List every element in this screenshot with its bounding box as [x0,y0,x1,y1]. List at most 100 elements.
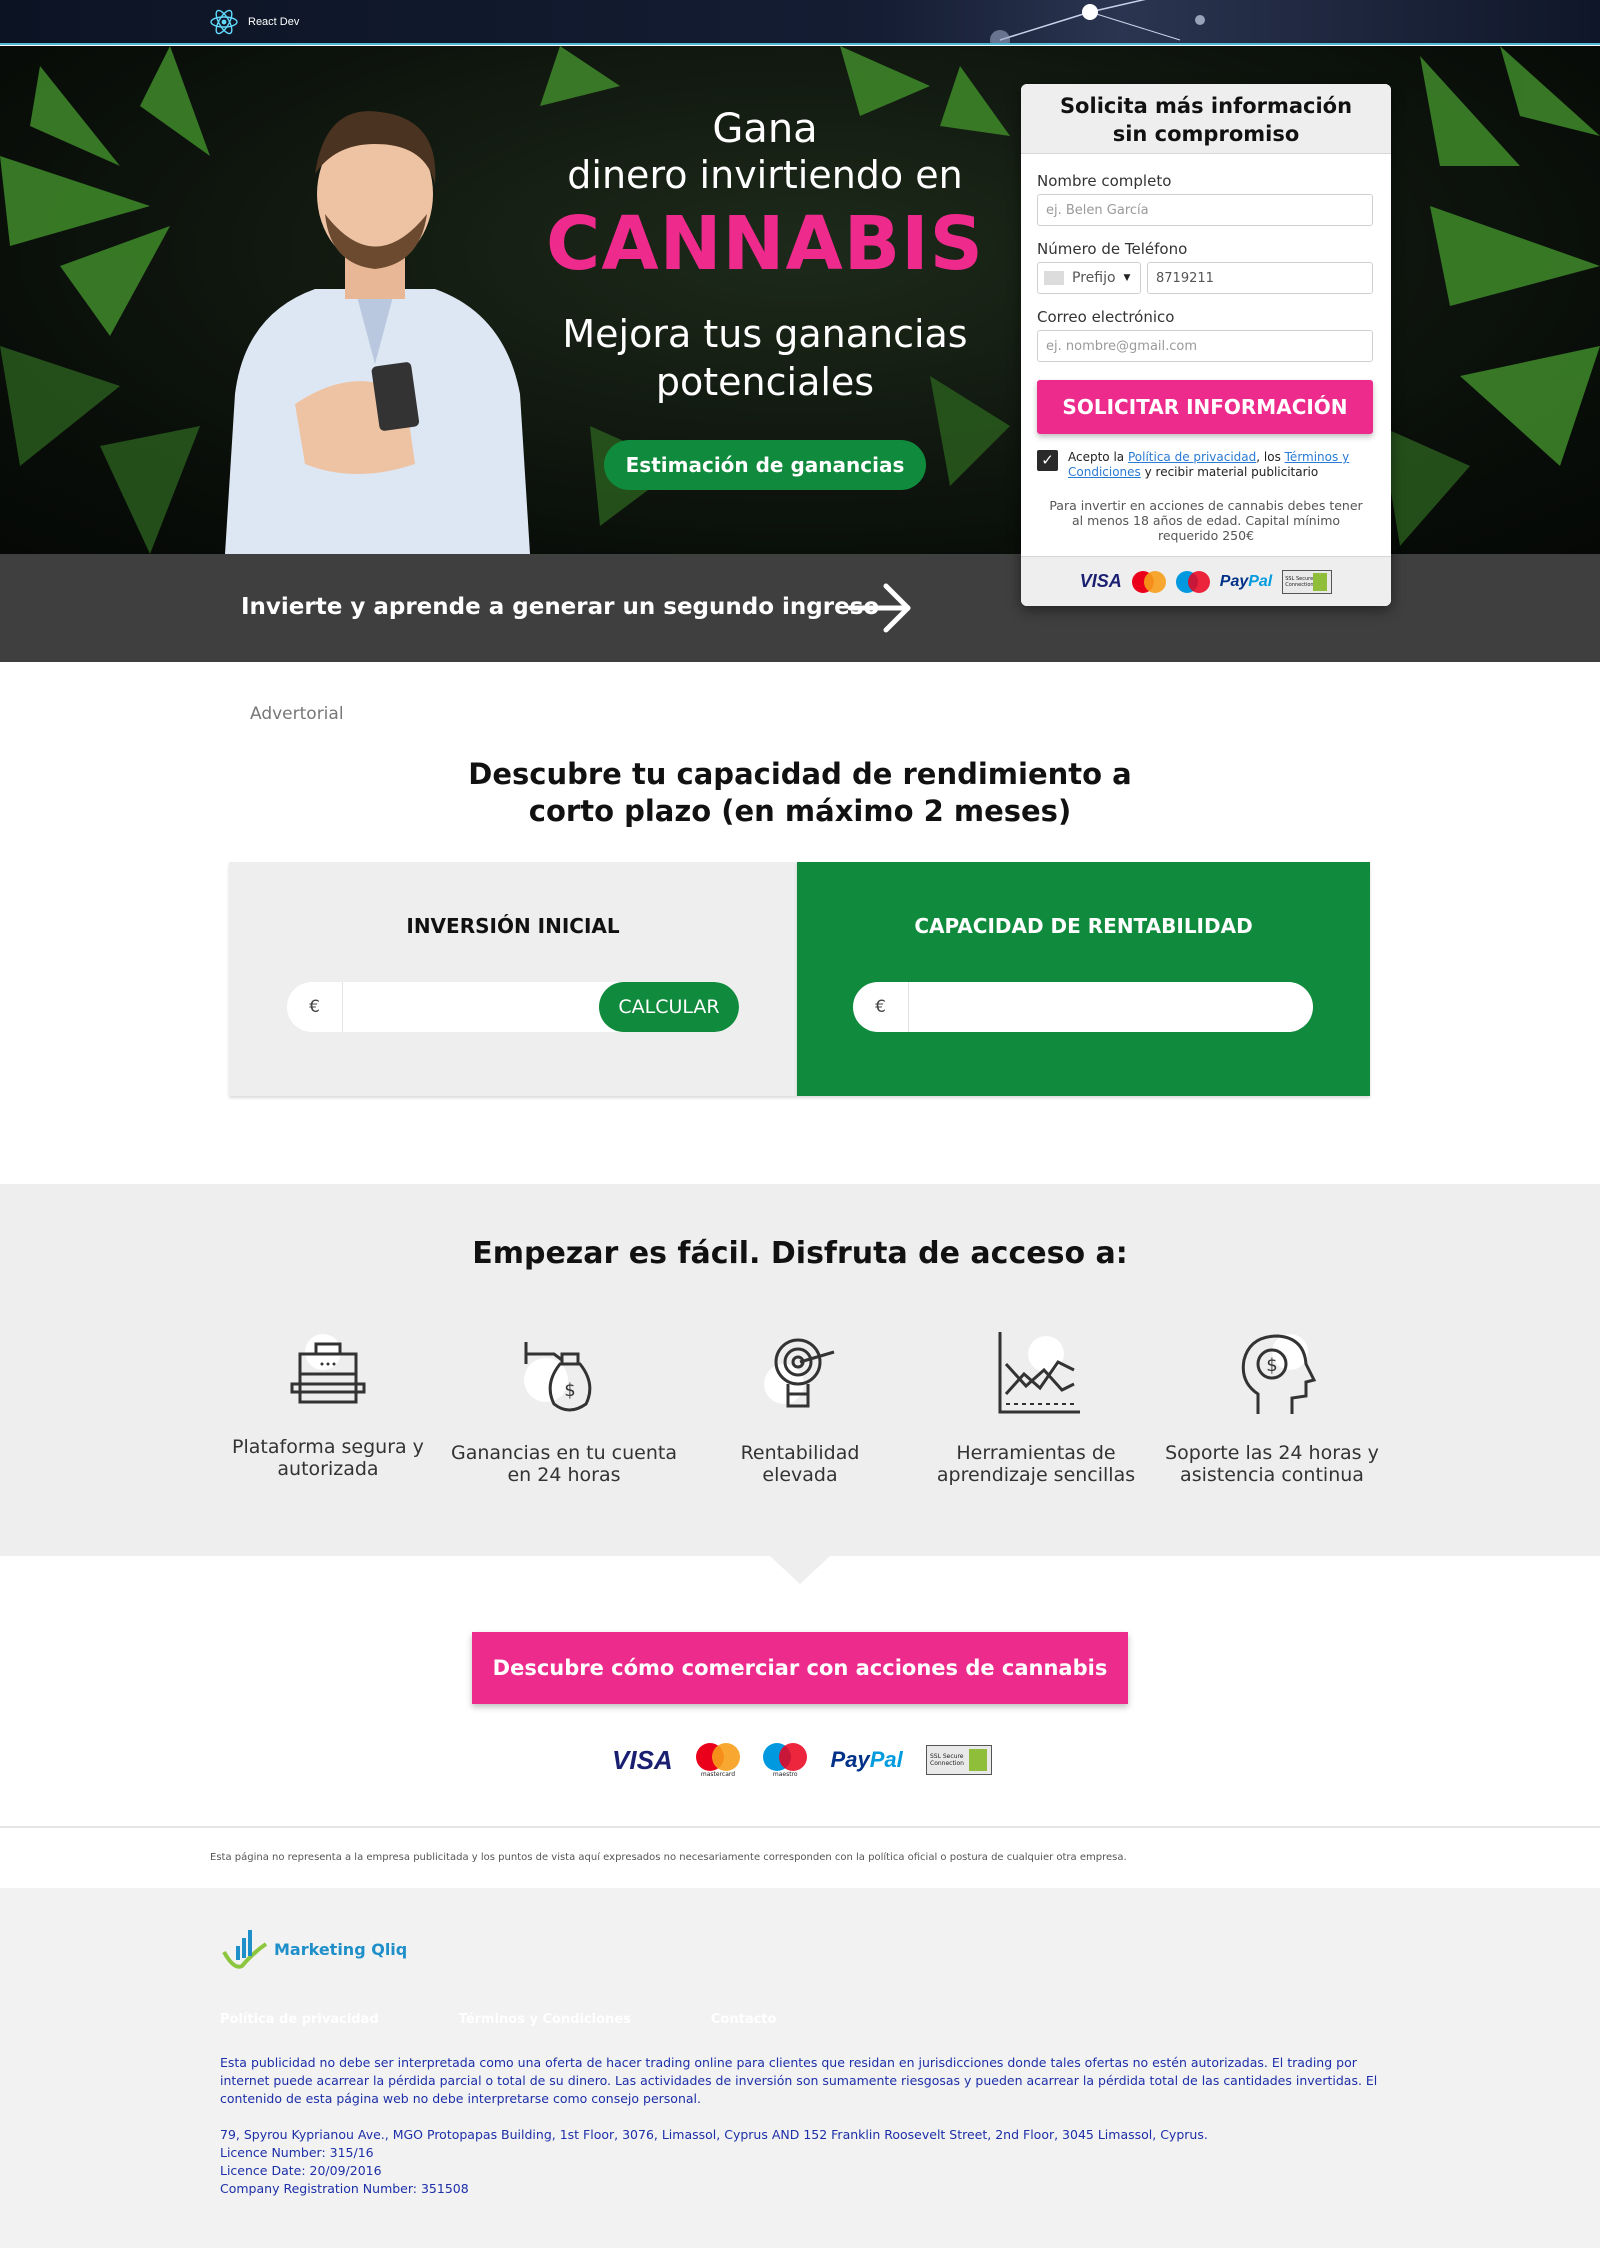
svg-text:$: $ [564,1380,575,1401]
feature-item: $ Soporte las 24 horas y asistencia cont… [1157,1324,1387,1486]
licence-number: Licence Number: 315/16 [220,2145,374,2160]
profitability-heading: CAPACIDAD DE RENTABILIDAD [914,914,1253,938]
feature-label: Plataforma segura y autorizada [232,1436,424,1480]
paypal-logo: PayPal [1219,572,1273,590]
euro-sign: € [287,982,343,1032]
money-bag-hand-icon: $ [524,1342,592,1412]
calculator-title-line-2: corto plazo (en máximo 2 meses) [528,794,1072,828]
brand-name: React Dev [248,16,300,28]
ssl-label: SSL Secure Connection [1285,575,1314,588]
profitability-panel: CAPACIDAD DE RENTABILIDAD € [797,862,1370,1096]
react-logo-icon [210,9,238,35]
consent-row: ✓ Acepto la Política de privacidad, los … [1037,450,1375,480]
investment-input[interactable] [343,982,593,1032]
disclaimer-text: Esta página no representa a la empresa p… [210,1852,1127,1863]
name-label: Nombre completo [1037,172,1172,190]
footer-link-contact[interactable]: Contacto [711,2012,777,2027]
initial-investment-heading: INVERSIÓN INICIAL [406,914,620,938]
divider [0,1826,1600,1828]
consent-text: Acepto la Política de privacidad, los Té… [1068,450,1375,480]
feature-item: Rentabilidad elevada [685,1324,915,1486]
hero-line-2: dinero invirtiendo en [567,153,963,197]
risk-warning: Esta publicidad no debe ser interpretada… [220,2055,1378,2106]
hero-subline: Mejora tus ganancias potenciales [540,310,990,406]
paypal-logo: PayPal [830,1747,903,1772]
euro-sign: € [853,982,909,1032]
full-name-input[interactable] [1037,194,1373,226]
top-bar: React Dev [0,0,1600,45]
email-label: Correo electrónico [1037,308,1175,326]
phone-label: Número de Teléfono [1037,240,1188,258]
band-text: Invierte y aprende a generar un segundo … [241,594,880,620]
investment-field: € CALCULAR [287,982,739,1032]
footer-links: Política de privacidad Términos y Condic… [220,2012,776,2027]
ssl-badge: SSL Secure Connection [926,1745,992,1775]
hero-line-1: Gana [712,106,818,152]
form-title-line-2: sin compromiso [1112,122,1300,146]
caret-down-icon: ▼ [1123,273,1131,283]
phone-row: Prefijo ▼ [1037,262,1375,294]
consent-suffix: y recibir material publicitario [1140,465,1319,479]
network-decoration [990,0,1205,43]
feature-item: Herramientas de aprendizaje sencillas [921,1324,1151,1486]
feature-item: Plataforma segura y autorizada [213,1324,443,1480]
calculator-title-line-1: Descubre tu capacidad de rendimiento a [468,757,1132,791]
man-with-phone-image [225,111,530,554]
feature-label: Soporte las 24 horas y asistencia contin… [1165,1442,1379,1486]
feature-label: Herramientas de aprendizaje sencillas [936,1442,1136,1486]
calculator-title: Descubre tu capacidad de rendimiento a c… [400,756,1200,830]
brand[interactable]: React Dev [208,6,299,38]
company-info: 79, Spyrou Kyprianou Ave., MGO Protopapa… [220,2126,1208,2198]
footer-link-terms[interactable]: Términos y Condiciones [459,2012,631,2027]
footer-logo-text: Marketing Qliq [274,1939,408,1959]
profitability-field: € [853,982,1313,1032]
phone-input[interactable] [1147,262,1373,294]
feature-label: Ganancias en tu cuenta en 24 horas [450,1442,677,1486]
mastercard-logo [1131,570,1166,593]
request-info-button[interactable]: SOLICITAR INFORMACIÓN [1037,380,1373,434]
hero-subline-1: Mejora tus ganancias [562,312,968,356]
form-title: Solicita más información sin compromiso [1021,84,1391,154]
head-dollar-icon: $ [1241,1334,1317,1414]
email-input[interactable] [1037,330,1373,362]
profitability-output[interactable] [909,982,1299,1032]
payment-logos: VISA mastercard maestro PayPal SSL Secur… [612,1740,992,1780]
flag-icon [1044,271,1064,285]
ssl-badge: SSL Secure Connection [1282,569,1333,594]
earnings-estimate-button[interactable]: Estimación de ganancias [604,440,926,490]
lightbulb-target-icon [764,1338,835,1408]
age-requirement-note: Para invertir en acciones de cannabis de… [1049,498,1363,543]
footer-link-privacy[interactable]: Política de privacidad [220,2012,379,2027]
footer: Marketing Qliq Política de privacidad Té… [0,1888,1600,2248]
section-notch [770,1556,830,1584]
marketing-qliq-logo[interactable]: Marketing Qliq [220,1926,407,1972]
briefcase-icon [290,1334,366,1404]
features-section: Empezar es fácil. Disfruta de acceso a: … [0,1184,1600,1556]
company-registration: Company Registration Number: 351508 [220,2181,469,2196]
maestro-logo [1175,570,1210,593]
mastercard-logo: mastercard [695,1742,740,1778]
advertorial-label: Advertorial [250,704,344,724]
discover-trading-button[interactable]: Descubre cómo comerciar con acciones de … [472,1632,1128,1704]
maestro-logo: maestro [763,1742,808,1778]
consent-mid: , los [1256,450,1285,464]
feature-label: Rentabilidad elevada [740,1442,860,1486]
features-title: Empezar es fácil. Disfruta de acceso a: [472,1236,1128,1271]
payment-logos-small: VISA PayPal SSL Secure Connection [1021,556,1391,606]
arrow-right-icon[interactable] [846,580,916,636]
initial-investment-panel: INVERSIÓN INICIAL € CALCULAR [229,862,797,1096]
company-address: 79, Spyrou Kyprianou Ave., MGO Protopapa… [220,2127,1208,2142]
bar-chart-logo-icon [222,1930,268,1969]
licence-date: Licence Date: 20/09/2016 [220,2163,382,2178]
visa-logo: VISA [1079,571,1122,591]
hero-highlight: CANNABIS [546,201,984,287]
phone-prefix-select[interactable]: Prefijo ▼ [1037,262,1141,294]
prefix-label: Prefijo [1072,270,1116,286]
consent-checkbox[interactable]: ✓ [1037,450,1058,471]
feature-item: $ Ganancias en tu cuenta en 24 horas [449,1324,679,1486]
growth-chart-icon [998,1332,1080,1414]
calculate-button[interactable]: CALCULAR [599,982,739,1032]
privacy-policy-link[interactable]: Política de privacidad [1128,450,1256,464]
visa-logo: VISA [612,1744,673,1775]
form-body: Nombre completo Número de Teléfono Prefi… [1021,154,1391,543]
